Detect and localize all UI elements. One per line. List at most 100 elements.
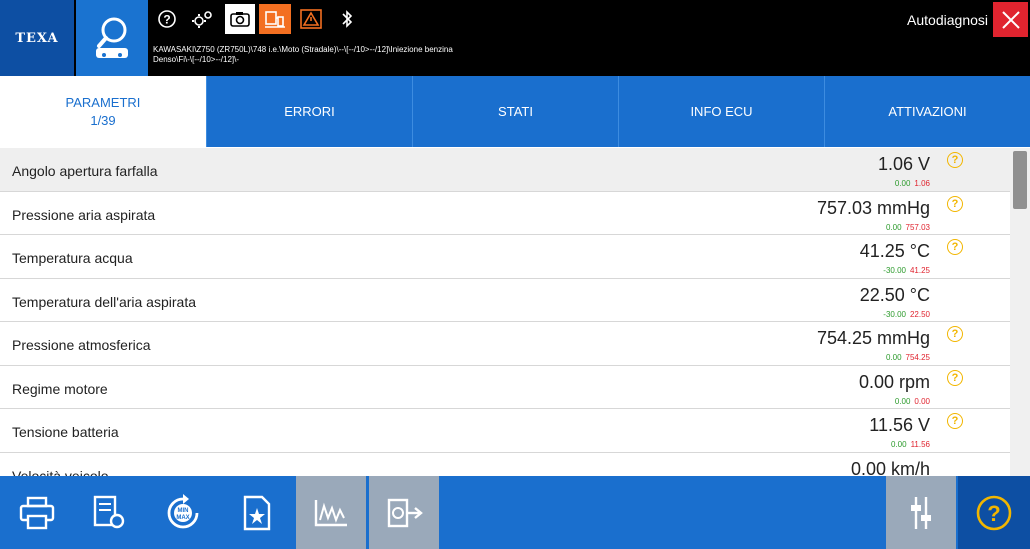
parameter-range: -30.00 41.25: [883, 266, 930, 275]
tab-counter: 1/39: [90, 113, 116, 128]
parameter-range: 0.00 0.00: [895, 397, 930, 406]
tab-label: STATI: [498, 104, 533, 119]
help-icon[interactable]: ?: [947, 195, 963, 212]
table-row[interactable]: Angolo apertura farfalla 1.06 V 0.00 1.06…: [0, 148, 1010, 192]
parameter-max: 11.56: [910, 440, 930, 449]
parameter-name: Velocità veicolo: [12, 467, 109, 477]
table-row[interactable]: Tensione batteria 11.56 V 0.00 11.56 ?: [0, 409, 1010, 453]
table-row[interactable]: Pressione atmosferica 754.25 mmHg 0.00 75…: [0, 322, 1010, 366]
graph-view-button[interactable]: [296, 476, 366, 549]
parameter-value: 0.00 rpm: [858, 371, 930, 392]
vehicle-search-button[interactable]: [76, 0, 148, 76]
parameter-settings-button[interactable]: [74, 476, 144, 549]
parameter-name: Pressione atmosferica: [12, 337, 151, 353]
vehicle-path: KAWASAKI\Z750 (ZR750L)\748 i.e.\Moto (St…: [153, 45, 573, 65]
parameter-value: 1.06 V: [877, 154, 930, 174]
parameter-max: 757.03: [905, 222, 930, 232]
vehicle-path-line1: KAWASAKI\Z750 (ZR750L)\748 i.e.\Moto (St…: [153, 45, 453, 54]
table-row[interactable]: Velocità veicolo 0.00 km/h: [0, 452, 1010, 477]
help-icon[interactable]: ?: [947, 326, 963, 342]
min-max-reset-button[interactable]: MIN MAX: [148, 476, 218, 549]
parameter-max: 1.06: [914, 179, 930, 188]
svg-text:?: ?: [987, 501, 1000, 526]
parameter-value: 41.25 °C: [859, 241, 930, 261]
parameter-value: 757.03 mmHg: [816, 197, 930, 218]
texa-logo: TEXA: [0, 0, 74, 76]
tab-label: PARAMETRI: [65, 95, 141, 110]
screenshot-tool-button[interactable]: [225, 4, 255, 34]
warning-tool-button[interactable]: [298, 6, 324, 32]
parameter-min: -30.00: [883, 266, 906, 275]
tab-stati[interactable]: STATI: [412, 76, 618, 147]
tab-info-ecu[interactable]: INFO ECU: [618, 76, 824, 147]
parameter-name: Temperatura dell'aria aspirata: [12, 293, 196, 310]
window-title: Autodiagnosi: [907, 12, 988, 28]
tab-attivazioni[interactable]: ATTIVAZIONI: [824, 76, 1030, 147]
parameter-max: 22.50: [909, 309, 930, 319]
connection-tool-button[interactable]: [259, 4, 291, 34]
svg-text:MIN: MIN: [178, 508, 189, 514]
parameter-name: Temperatura acqua: [12, 250, 133, 266]
parameter-value: 0.00 km/h: [850, 458, 930, 477]
vehicle-path-line2: Denso\Fi\-\[--/10>--/12]\-: [153, 55, 240, 64]
scrollbar-thumb[interactable]: [1013, 151, 1027, 209]
help-tool-button[interactable]: ?: [154, 6, 180, 32]
help-button[interactable]: ?: [958, 476, 1030, 549]
favorite-document-icon: [243, 495, 271, 530]
svg-text:?: ?: [163, 13, 170, 27]
help-circle-icon: ?: [158, 10, 176, 28]
tab-errori[interactable]: ERRORI: [206, 76, 412, 147]
parameter-name: Angolo apertura farfalla: [12, 163, 158, 179]
tab-label: ATTIVAZIONI: [888, 104, 967, 119]
sliders-icon: [911, 496, 931, 529]
parameter-min: 0.00: [885, 353, 902, 362]
help-icon[interactable]: ?: [947, 413, 963, 429]
parameters-table: Angolo apertura farfalla 1.06 V 0.00 1.06…: [0, 148, 1010, 476]
help-icon[interactable]: ?: [947, 152, 963, 168]
help-icon[interactable]: ?: [947, 239, 963, 255]
help-icon[interactable]: ?: [947, 369, 963, 386]
parameter-max: 41.25: [909, 266, 930, 275]
settings-tool-button[interactable]: [190, 6, 216, 32]
parameter-range: -30.00 22.50: [883, 310, 930, 319]
parameter-max: 0.00: [914, 396, 930, 406]
parameter-min: -30.00: [883, 309, 906, 319]
print-icon: [19, 496, 55, 529]
bottom-toolbar: MIN MAX ?: [0, 476, 1030, 549]
favorites-button[interactable]: [222, 476, 292, 549]
close-button[interactable]: [993, 2, 1028, 37]
filter-button[interactable]: [886, 476, 956, 549]
tab-label: ERRORI: [284, 104, 335, 119]
parameter-min: 0.00: [894, 179, 911, 188]
parameter-name: Tensione batteria: [12, 424, 119, 440]
close-icon: [1001, 10, 1020, 29]
parameter-max: 754.25: [905, 353, 930, 362]
table-row[interactable]: Temperatura acqua 41.25 °C -30.00 41.25 ?: [0, 235, 1010, 279]
svg-text:MAX: MAX: [176, 515, 189, 521]
vci-connection-icon: [265, 11, 285, 28]
scrollbar[interactable]: [1010, 148, 1030, 476]
vehicle-search-icon: [96, 17, 128, 58]
parameter-range: 0.00 754.25: [886, 353, 930, 362]
print-button[interactable]: [2, 476, 72, 549]
parameter-min: 0.00: [894, 396, 911, 406]
help-icon: ?: [976, 495, 1012, 530]
camera-icon: [230, 12, 250, 27]
top-bar: TEXA ? KAWASAKI\Z750 (ZR750L)\748 i.e.\M…: [0, 0, 1030, 76]
parameter-range: 0.00 1.06: [895, 179, 930, 188]
table-row[interactable]: Regime motore 0.00 rpm 0.00 0.00 ?: [0, 365, 1010, 409]
table-row[interactable]: Pressione aria aspirata 757.03 mmHg 0.00…: [0, 191, 1010, 235]
table-row[interactable]: Temperatura dell'aria aspirata 22.50 °C …: [0, 278, 1010, 322]
parameter-name: Regime motore: [12, 380, 108, 397]
parameter-value: 754.25 mmHg: [816, 328, 930, 348]
export-button[interactable]: [369, 476, 439, 549]
tab-label: INFO ECU: [690, 104, 753, 119]
tab-bar: PARAMETRI 1/39 ERRORI STATI INFO ECU ATT…: [0, 76, 1030, 147]
export-signal-icon: [387, 498, 423, 527]
bluetooth-icon: [342, 10, 353, 28]
parameter-range: 0.00 757.03: [886, 223, 930, 232]
tab-parametri[interactable]: PARAMETRI 1/39: [0, 76, 206, 147]
bluetooth-tool-button[interactable]: [334, 6, 360, 32]
parameter-min: 0.00: [890, 440, 907, 449]
parameter-min: 0.00: [885, 222, 902, 232]
